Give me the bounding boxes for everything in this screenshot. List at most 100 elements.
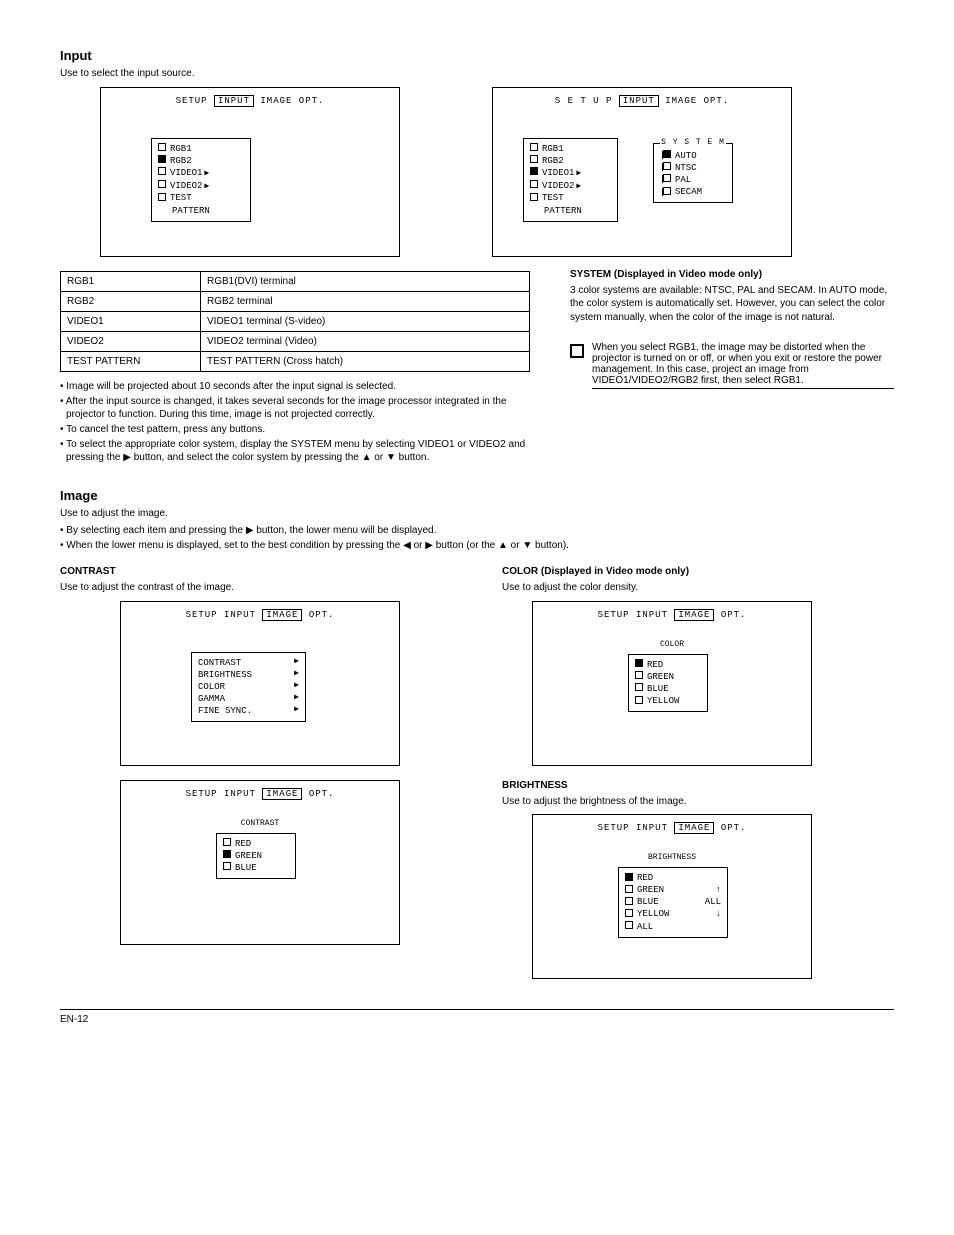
osd6-item-all: ALL <box>637 922 653 932</box>
text-input-desc: Use to select the input source. <box>60 67 894 81</box>
table-row: VIDEO2VIDEO2 terminal (Video) <box>61 331 530 351</box>
osd2-tabs: S E T U P INPUT IMAGE OPT. <box>493 96 791 106</box>
osd5-tab-post: OPT. <box>721 610 747 620</box>
note-icon <box>570 344 584 358</box>
osd2-item-video2: VIDEO2 <box>542 181 574 191</box>
heading-contrast: CONTRAST <box>60 566 452 577</box>
osd5-tab-image: IMAGE <box>674 609 714 621</box>
osd1-item-video1: VIDEO1 <box>170 168 202 178</box>
osd3-tabs: SETUP INPUT IMAGE OPT. <box>121 610 399 620</box>
osd1-item-test: TEST <box>170 193 192 203</box>
osd2-menu: RGB1 RGB2 VIDEO1▶ VIDEO2▶ TEST PATTERN <box>523 138 618 222</box>
osd4-box-title: CONTRAST <box>121 819 399 828</box>
note-text: When you select RGB1, the image may be d… <box>592 342 894 389</box>
osd6-arrow-down: ↓ <box>716 908 721 920</box>
osd-input-system: S E T U P INPUT IMAGE OPT. RGB1 RGB2 VID… <box>492 87 792 257</box>
osd2-system-title: S Y S T E M <box>660 138 726 147</box>
osd6-item-blue: BLUE <box>637 897 659 907</box>
heading-image: Image <box>60 488 894 503</box>
osd-image-main: SETUP INPUT IMAGE OPT. CONTRAST▶ BRIGHTN… <box>120 601 400 766</box>
table-row: TEST PATTERNTEST PATTERN (Cross hatch) <box>61 351 530 371</box>
osd3-tab-image: IMAGE <box>262 609 302 621</box>
table-row: VIDEO1VIDEO1 terminal (S-video) <box>61 311 530 331</box>
osd1-item-rgb2: RGB2 <box>170 156 192 166</box>
osd1-tabs: SETUP INPUT IMAGE OPT. <box>101 96 399 106</box>
osd-contrast-sub: SETUP INPUT IMAGE OPT. CONTRAST RED GREE… <box>120 780 400 945</box>
bullet: • To cancel the test pattern, press any … <box>60 423 540 436</box>
heading-input: Input <box>60 48 894 63</box>
osd1-menu: RGB1 RGB2 VIDEO1▶ VIDEO2▶ TEST PATTERN <box>151 138 251 222</box>
note-block: When you select RGB1, the image may be d… <box>570 342 894 389</box>
osd2-item-pattern: PATTERN <box>544 206 582 216</box>
osd1-tab-setup: SETUP <box>176 96 208 106</box>
table-row: RGB2RGB2 terminal <box>61 291 530 311</box>
osd3-item-gamma: GAMMA <box>198 694 225 704</box>
osd4-tabs: SETUP INPUT IMAGE OPT. <box>121 789 399 799</box>
osd2-tab-setup: S E T U P <box>555 96 613 106</box>
heading-brightness: BRIGHTNESS <box>502 780 894 791</box>
osd5-tab-pre: SETUP INPUT <box>598 610 668 620</box>
osd6-item-red: RED <box>637 873 653 883</box>
osd2-item-rgb2: RGB2 <box>542 156 564 166</box>
osd5-box-title: COLOR <box>533 640 811 649</box>
bullet: • By selecting each item and pressing th… <box>60 524 894 537</box>
osd3-tab-post: OPT. <box>309 610 335 620</box>
osd5-tabs: SETUP INPUT IMAGE OPT. <box>533 610 811 620</box>
bullet: • Image will be projected about 10 secon… <box>60 380 540 393</box>
footer-page-number: EN-12 <box>60 1014 88 1025</box>
osd6-tabs: SETUP INPUT IMAGE OPT. <box>533 823 811 833</box>
osd4-tab-image: IMAGE <box>262 788 302 800</box>
text-brightness-desc: Use to adjust the brightness of the imag… <box>502 795 894 809</box>
osd4-tab-post: OPT. <box>309 789 335 799</box>
osd1-tab-input: INPUT <box>214 95 254 107</box>
page-footer: EN-12 <box>60 1009 894 1025</box>
osd2-tab-input: INPUT <box>619 95 659 107</box>
osd5-item-red: RED <box>647 660 663 670</box>
osd4-item-green: GREEN <box>235 851 262 861</box>
text-image-desc: Use to adjust the image. <box>60 507 894 521</box>
osd3-item-color: COLOR <box>198 682 225 692</box>
osd6-menu: RED GREEN↑ BLUEALL YELLOW↓ ALL <box>618 867 728 938</box>
osd4-tab-pre: SETUP INPUT <box>186 789 256 799</box>
osd1-tab-rest: IMAGE OPT. <box>260 96 324 106</box>
osd4-item-blue: BLUE <box>235 863 257 873</box>
osd3-item-finesync: FINE SYNC. <box>198 706 252 716</box>
osd3-menu: CONTRAST▶ BRIGHTNESS▶ COLOR▶ GAMMA▶ FINE… <box>191 652 306 723</box>
heading-color: COLOR (Displayed in Video mode only) <box>502 566 894 577</box>
osd2-sys-ntsc: NTSC <box>675 163 697 173</box>
bullet: • After the input source is changed, it … <box>60 395 540 421</box>
osd2-sys-pal: PAL <box>675 175 691 185</box>
osd-input-basic: SETUP INPUT IMAGE OPT. RGB1 RGB2 VIDEO1▶… <box>100 87 400 257</box>
osd2-item-test: TEST <box>542 193 564 203</box>
osd6-item-green: GREEN <box>637 885 664 895</box>
bullet: • To select the appropriate color system… <box>60 438 540 464</box>
osd5-item-blue: BLUE <box>647 684 669 694</box>
osd4-item-red: RED <box>235 839 251 849</box>
osd-color-sub: SETUP INPUT IMAGE OPT. COLOR RED GREEN B… <box>532 601 812 766</box>
osd6-tab-pre: SETUP INPUT <box>598 823 668 833</box>
heading-system: SYSTEM (Displayed in Video mode only) <box>570 269 894 280</box>
osd6-arrow-up: ↑ <box>716 884 721 896</box>
osd1-item-rgb1: RGB1 <box>170 144 192 154</box>
osd1-item-pattern: PATTERN <box>172 206 210 216</box>
text-contrast-desc: Use to adjust the contrast of the image. <box>60 581 452 595</box>
osd2-sys-secam: SECAM <box>675 187 702 197</box>
osd5-item-green: GREEN <box>647 672 674 682</box>
osd5-menu: RED GREEN BLUE YELLOW <box>628 654 708 713</box>
osd2-item-video1: VIDEO1 <box>542 168 574 178</box>
osd3-item-brightness: BRIGHTNESS <box>198 670 252 680</box>
bullet: • When the lower menu is displayed, set … <box>60 539 894 552</box>
osd6-tab-image: IMAGE <box>674 822 714 834</box>
osd6-box-title: BRIGHTNESS <box>533 853 811 862</box>
osd2-item-rgb1: RGB1 <box>542 144 564 154</box>
osd2-tab-rest: IMAGE OPT. <box>665 96 729 106</box>
text-color-desc: Use to adjust the color density. <box>502 581 894 595</box>
osd6-tab-post: OPT. <box>721 823 747 833</box>
table-row: RGB1RGB1(DVI) terminal <box>61 271 530 291</box>
osd5-item-yellow: YELLOW <box>647 696 679 706</box>
osd-brightness-sub: SETUP INPUT IMAGE OPT. BRIGHTNESS RED GR… <box>532 814 812 979</box>
input-spec-table: RGB1RGB1(DVI) terminal RGB2RGB2 terminal… <box>60 271 530 372</box>
osd3-item-contrast: CONTRAST <box>198 658 241 668</box>
osd6-all-label: ALL <box>705 896 721 908</box>
text-system-desc: 3 color systems are available: NTSC, PAL… <box>570 284 894 325</box>
